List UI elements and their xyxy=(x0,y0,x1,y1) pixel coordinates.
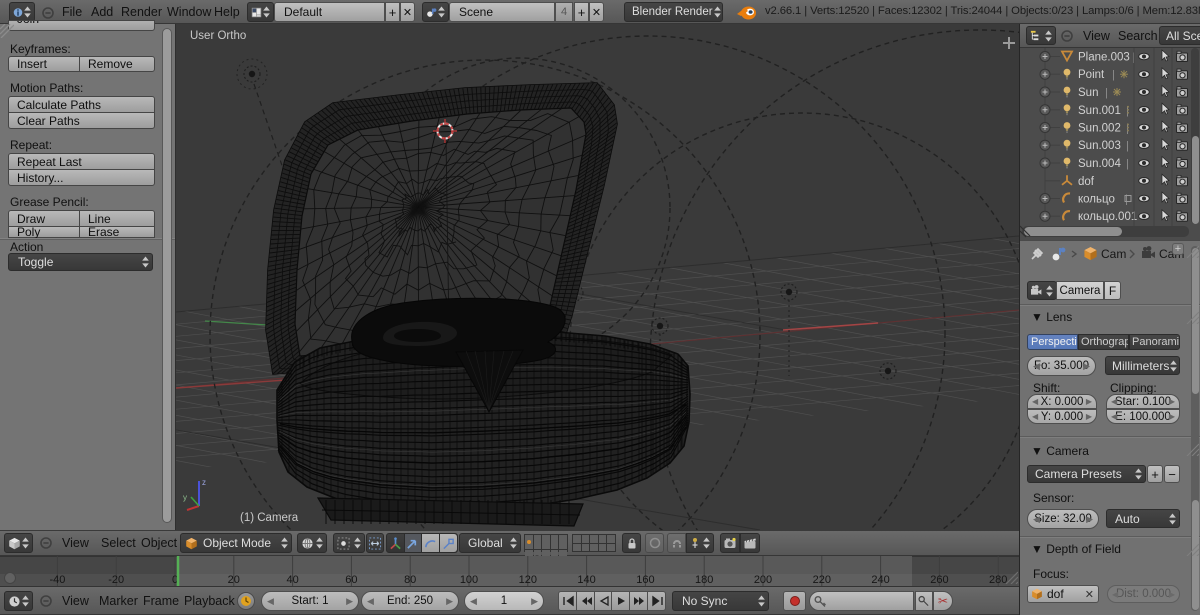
svg-text:|: | xyxy=(1126,140,1129,152)
svg-text:Plane.003: Plane.003 xyxy=(1078,52,1130,64)
svg-text:Sun: Sun xyxy=(1078,87,1098,99)
svg-text:140: 140 xyxy=(577,574,595,586)
svg-text:dof: dof xyxy=(1078,176,1095,188)
svg-text:Sun.004: Sun.004 xyxy=(1078,158,1121,170)
svg-text:кольцо.001: кольцо.001 xyxy=(1078,211,1137,223)
svg-text:User Ortho: User Ortho xyxy=(190,30,246,42)
svg-text:180: 180 xyxy=(695,574,713,586)
svg-text:Sun.001: Sun.001 xyxy=(1078,105,1121,117)
svg-text:y: y xyxy=(183,493,187,502)
svg-text:160: 160 xyxy=(636,574,654,586)
svg-text:20: 20 xyxy=(228,574,240,586)
svg-text:кольцо: кольцо xyxy=(1078,194,1115,206)
svg-text:120: 120 xyxy=(519,574,537,586)
svg-text:-20: -20 xyxy=(108,574,124,586)
svg-text:220: 220 xyxy=(813,574,831,586)
svg-text:Point: Point xyxy=(1078,69,1105,81)
svg-text:240: 240 xyxy=(871,574,889,586)
svg-text:260: 260 xyxy=(930,574,948,586)
svg-text:200: 200 xyxy=(754,574,772,586)
svg-text:100: 100 xyxy=(460,574,478,586)
svg-text:80: 80 xyxy=(404,574,416,586)
svg-text:z: z xyxy=(202,478,206,487)
svg-text:Sun.002: Sun.002 xyxy=(1078,123,1121,135)
svg-text:Sun.003: Sun.003 xyxy=(1078,140,1121,152)
svg-text:|: | xyxy=(1105,87,1108,99)
svg-text:(1) Camera: (1) Camera xyxy=(240,512,299,524)
svg-text:60: 60 xyxy=(345,574,357,586)
svg-text:|: | xyxy=(1112,69,1115,81)
svg-text:-40: -40 xyxy=(49,574,65,586)
svg-text:40: 40 xyxy=(286,574,298,586)
svg-text:|: | xyxy=(1126,158,1129,170)
